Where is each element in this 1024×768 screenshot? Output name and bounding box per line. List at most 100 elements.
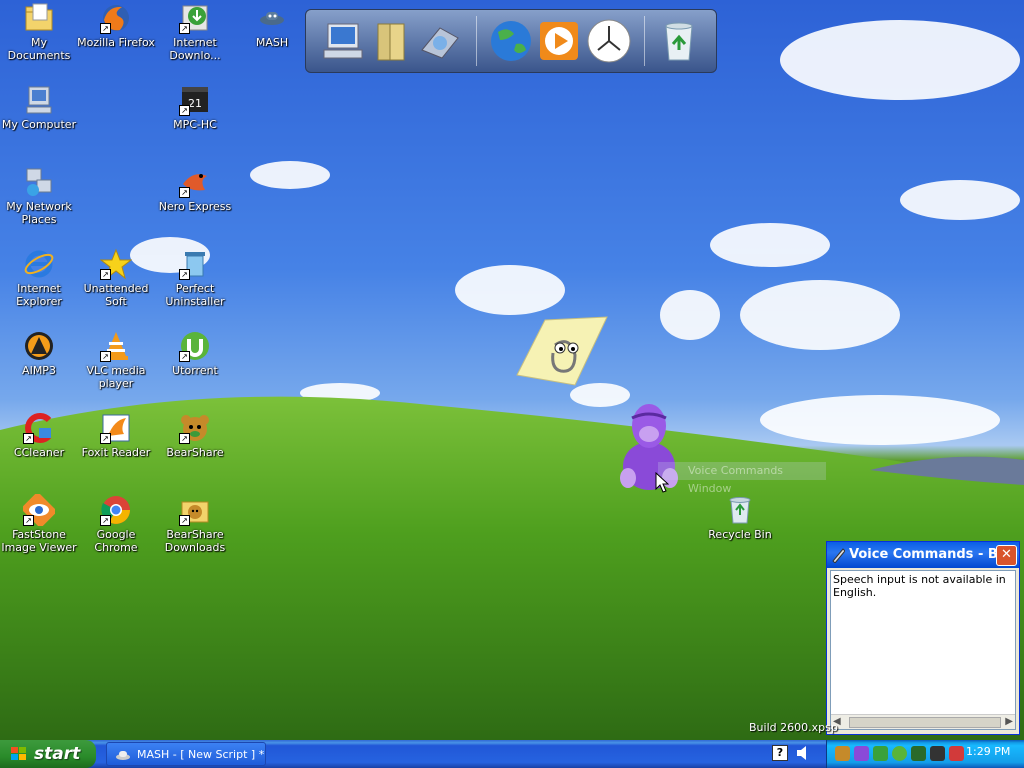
taskbar-item-label: MASH - [ New Script ] * [137, 748, 265, 761]
bearshare-icon: ↗ [179, 412, 211, 444]
dock-bar [305, 9, 717, 73]
dock-media-player-icon[interactable] [536, 18, 582, 64]
desktop-icon-ccleaner[interactable]: ↗ CCleaner [0, 412, 79, 459]
desktop-icon-unattended-soft[interactable]: ↗ Unattended Soft [76, 248, 156, 308]
taskbar-clock[interactable]: 1:29 PM [966, 745, 1010, 758]
desktop-icon-label: Mozilla Firefox [77, 36, 155, 49]
desktop-icon-label: AIMP3 [22, 364, 56, 377]
utorrent-icon: ↗ [179, 330, 211, 362]
desktop-icon-faststone[interactable]: ↗ FastStone Image Viewer [0, 491, 79, 554]
tray-utorrent-icon[interactable] [892, 746, 907, 761]
tray-shield-icon[interactable] [949, 746, 964, 761]
desktop-icon-my-computer[interactable]: My Computer [0, 84, 79, 131]
desktop-icon-label: My Documents [7, 36, 71, 62]
desktop-icon-internet-explorer[interactable]: Internet Explorer [0, 248, 79, 308]
dock-documents-icon[interactable] [370, 18, 416, 64]
svg-text:21: 21 [188, 97, 202, 110]
desktop-icon-aimp3[interactable]: AIMP3 [0, 330, 79, 377]
shortcut-arrow-icon: ↗ [100, 433, 111, 444]
desktop-icon-nero-express[interactable]: ↗ Nero Express [155, 166, 235, 213]
close-button[interactable]: ✕ [996, 545, 1017, 566]
desktop-icon-label: Google Chrome [94, 528, 138, 554]
desktop-icon-my-network-places[interactable]: My Network Places [0, 166, 79, 226]
desktop-icon-utorrent[interactable]: ↗ Utorrent [155, 330, 235, 377]
shortcut-arrow-icon: ↗ [100, 515, 111, 526]
scroll-thumb[interactable] [849, 717, 1001, 728]
star-icon: ↗ [99, 248, 133, 280]
dock-separator [644, 16, 645, 66]
dock-recycle-bin-icon[interactable] [656, 18, 702, 64]
desktop-icon-label: Utorrent [172, 364, 218, 377]
taskbar-item-mash[interactable]: MASH - [ New Script ] * [106, 742, 266, 766]
help-icon[interactable]: ? [772, 745, 788, 761]
desktop-icon-perfect-uninstaller[interactable]: ↗ Perfect Uninstaller [155, 248, 235, 308]
shortcut-arrow-icon: ↗ [179, 269, 190, 280]
desktop-icon-label: FastStone Image Viewer [1, 528, 77, 554]
desktop-icon-my-documents[interactable]: My Documents [0, 2, 79, 62]
desktop-icon-label: Internet Downlo... [169, 36, 221, 62]
desktop-icon-label: Recycle Bin [708, 528, 772, 541]
desktop-icon-label: MPC-HC [173, 118, 217, 131]
scroll-right-arrow-icon[interactable]: ▶ [1005, 716, 1013, 727]
bonzi-agent-icon[interactable] [612, 396, 687, 496]
dock-separator [476, 16, 477, 66]
desktop-icon-label: VLC media player [86, 364, 146, 390]
desktop-icon-bearshare[interactable]: ↗ BearShare [155, 412, 235, 459]
chrome-icon: ↗ [100, 494, 132, 526]
tray-network-icon[interactable] [911, 746, 926, 761]
start-button[interactable]: start [0, 740, 96, 768]
dock-globe-icon[interactable] [488, 18, 534, 64]
agent-speech-caption: Voice Commands Window [658, 462, 826, 495]
shortcut-arrow-icon: ↗ [100, 351, 111, 362]
network-icon [23, 166, 55, 198]
horizontal-scrollbar[interactable]: ◀ ▶ [831, 714, 1015, 729]
download-manager-icon: ↗ [179, 2, 211, 34]
aimp-icon [23, 330, 55, 362]
pencil-icon [832, 548, 845, 563]
voice-commands-message: Speech input is not available in English… [833, 573, 1006, 599]
internet-explorer-icon [23, 248, 55, 280]
tray-agent-icon[interactable] [854, 746, 869, 761]
desktop-icon-internet-download[interactable]: ↗ Internet Downlo... [155, 2, 235, 62]
build-watermark: Build 2600.xpsp [749, 721, 838, 734]
desktop-icon-label: Internet Explorer [16, 282, 62, 308]
shortcut-arrow-icon: ↗ [179, 351, 190, 362]
shortcut-arrow-icon: ↗ [23, 515, 34, 526]
tray-bearshare-icon[interactable] [835, 746, 850, 761]
voice-commands-content: Speech input is not available in English… [830, 570, 1016, 730]
desktop-icon-recycle-bin[interactable]: Recycle Bin [700, 494, 780, 541]
voice-commands-titlebar[interactable]: Voice Commands - B... ✕ [827, 542, 1019, 568]
desktop-icon-bearshare-downloads[interactable]: ↗ BearShare Downloads [155, 494, 235, 554]
desktop-icon-google-chrome[interactable]: ↗ Google Chrome [76, 494, 156, 554]
office-assistant-clippy-icon[interactable] [515, 315, 610, 390]
dock-computer-icon[interactable] [320, 18, 366, 64]
shortcut-arrow-icon: ↗ [23, 433, 34, 444]
voice-commands-title: Voice Commands - B... [849, 547, 1013, 562]
desktop-icon-label: BearShare Downloads [164, 528, 226, 554]
start-label: start [34, 744, 81, 764]
desktop-icon-label: Perfect Uninstaller [165, 282, 225, 308]
desktop-icon-mpc-hc[interactable]: 21 ↗ MPC-HC [155, 84, 235, 131]
dock-drive-icon[interactable] [416, 18, 462, 64]
desktop-icon-label: Foxit Reader [81, 446, 151, 459]
tray-download-icon[interactable] [873, 746, 888, 761]
tray-media-icon[interactable] [930, 746, 945, 761]
speaker-icon[interactable] [796, 746, 808, 760]
shortcut-arrow-icon: ↗ [179, 187, 190, 198]
desktop-icon-foxit-reader[interactable]: ↗ Foxit Reader [76, 412, 156, 459]
desktop-icon-mash[interactable]: MASH [232, 2, 312, 49]
voice-commands-window[interactable]: Voice Commands - B... ✕ Speech input is … [826, 541, 1020, 735]
desktop-icon-label: Unattended Soft [83, 282, 149, 308]
dock-clock-icon[interactable] [586, 18, 632, 64]
foxit-icon: ↗ [100, 412, 132, 444]
mpc-hc-icon: 21 ↗ [179, 84, 211, 116]
recycle-bin-icon [724, 494, 756, 526]
vlc-cone-icon: ↗ [100, 330, 132, 362]
desktop-icon-firefox[interactable]: ↗ Mozilla Firefox [76, 2, 156, 49]
desktop-icon-label: MASH [255, 36, 289, 49]
firefox-icon: ↗ [100, 2, 132, 34]
windows-logo-icon [11, 747, 26, 760]
desktop-icon-vlc[interactable]: ↗ VLC media player [76, 330, 156, 390]
shortcut-arrow-icon: ↗ [100, 269, 111, 280]
shortcut-arrow-icon: ↗ [100, 23, 111, 34]
